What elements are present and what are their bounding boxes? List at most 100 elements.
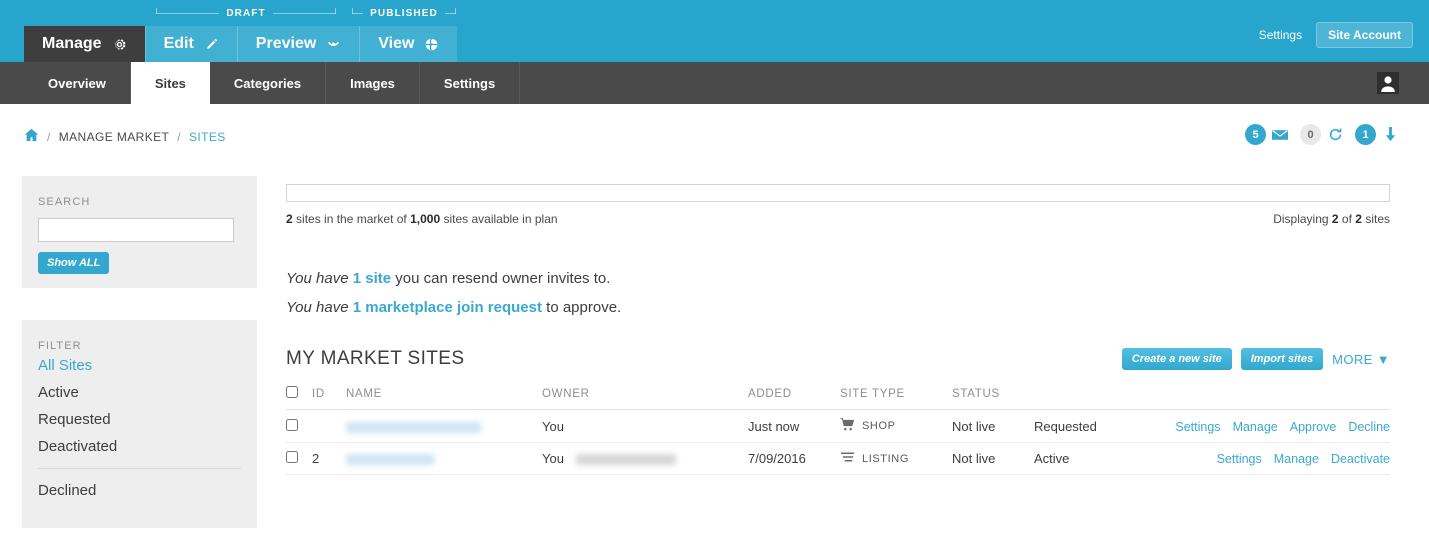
row-actions: Settings Manage Approve Decline [1164, 409, 1390, 443]
stage-draft-text: DRAFT [226, 7, 266, 19]
stage-label-draft: DRAFT [156, 4, 337, 22]
notice-lead: You have [286, 299, 349, 316]
import-sites-button[interactable]: Import sites [1240, 348, 1324, 370]
notice-resend-invites: You have 1 site you can resend owner inv… [286, 270, 621, 287]
select-all-checkbox[interactable] [286, 386, 298, 398]
row-added: 7/09/2016 [748, 442, 840, 475]
notice-link-join-request[interactable]: 1 marketplace join request [353, 299, 542, 316]
row-action-deactivate[interactable]: Deactivate [1331, 452, 1390, 466]
breadcrumb-separator: / [47, 129, 51, 144]
settings-link[interactable]: Settings [1259, 28, 1302, 42]
refresh-icon[interactable] [1326, 126, 1344, 144]
sub-nav-bar: Overview Sites Categories Images Setting… [0, 62, 1429, 104]
pencil-icon [204, 37, 219, 52]
quota-section: 2 sites in the market of 1,000 sites ava… [286, 184, 1390, 226]
notice-join-request: You have 1 marketplace join request to a… [286, 299, 621, 316]
table-row: You Just now SHOP Not live Requested Set… [286, 409, 1390, 443]
row-action-settings[interactable]: Settings [1175, 420, 1220, 434]
tab-manage-label: Manage [42, 35, 102, 52]
more-dropdown[interactable]: MORE ▼ [1332, 352, 1390, 367]
redacted-owner-name [575, 454, 676, 466]
subtab-images-label: Images [350, 75, 395, 91]
table-row: 2 You 7/09/2016 LISTING Not live Active [286, 442, 1390, 475]
breadcrumb-item-manage-market[interactable]: MANAGE MARKET [59, 130, 170, 144]
column-header-name: NAME [346, 386, 542, 410]
filter-item-deactivated[interactable]: Deactivated [22, 433, 257, 460]
row-state: Active [1034, 442, 1164, 475]
column-header-id: ID [312, 386, 346, 410]
row-name[interactable] [346, 409, 542, 443]
column-header-added: ADDED [748, 386, 840, 410]
create-new-site-button[interactable]: Create a new site [1121, 348, 1232, 370]
breadcrumb-item-sites[interactable]: SITES [189, 130, 226, 144]
tab-view[interactable]: View [359, 26, 458, 62]
filter-item-requested[interactable]: Requested [22, 406, 257, 433]
section-header: MY MARKET SITES Create a new site Import… [286, 348, 1390, 370]
row-owner: You [542, 409, 748, 443]
displaying-of: of [1341, 212, 1352, 226]
filter-item-active[interactable]: Active [22, 379, 257, 406]
subtab-sites-label: Sites [154, 75, 186, 91]
displaying-total: 2 [1355, 212, 1362, 226]
notification-badges: 5 0 1 [1245, 124, 1405, 145]
list-lines-icon [840, 451, 855, 466]
user-avatar-icon[interactable] [1377, 72, 1399, 94]
row-owner-label: You [542, 418, 564, 434]
filter-item-declined[interactable]: Declined [22, 477, 257, 504]
subtab-settings[interactable]: Settings [420, 62, 521, 104]
notice-lead: You have [286, 270, 349, 287]
subtab-overview[interactable]: Overview [24, 62, 131, 104]
pending-count-badge: 0 [1300, 124, 1321, 145]
search-input[interactable] [38, 218, 234, 242]
subtab-images[interactable]: Images [326, 62, 420, 104]
sidebar-search-panel: SEARCH Show ALL [22, 176, 257, 288]
envelope-icon[interactable] [1271, 126, 1289, 144]
notice-link-site[interactable]: 1 site [353, 270, 391, 287]
table-body: You Just now SHOP Not live Requested Set… [286, 409, 1390, 475]
tab-edit[interactable]: Edit [144, 26, 237, 62]
filter-item-all-sites[interactable]: All Sites [22, 352, 257, 379]
column-header-state [1034, 386, 1164, 410]
stage-rule-right [272, 7, 337, 14]
chevron-down-icon: ▼ [1376, 351, 1390, 367]
row-action-approve[interactable]: Approve [1290, 420, 1337, 434]
row-action-manage[interactable]: Manage [1233, 420, 1278, 434]
filter-label: FILTER [38, 340, 82, 352]
tab-manage[interactable]: Manage [24, 26, 145, 62]
stage-rule-left [156, 7, 220, 14]
quota-used-count: 2 [286, 212, 293, 226]
quota-progress-bar [286, 184, 1390, 202]
breadcrumb: / MANAGE MARKET / SITES [24, 128, 226, 145]
row-added: Just now [748, 409, 840, 443]
row-owner: You [542, 442, 748, 475]
quota-end-text: sites available in plan [443, 212, 558, 226]
tab-preview[interactable]: Preview [236, 26, 360, 62]
show-all-button[interactable]: Show ALL [38, 252, 110, 274]
row-select-cell [286, 409, 312, 443]
row-status: Not live [952, 409, 1034, 443]
row-actions: Settings Manage Deactivate [1164, 442, 1390, 475]
row-site-type: LISTING [840, 442, 952, 475]
breadcrumb-separator: / [177, 129, 182, 144]
row-site-type-label: LISTING [862, 452, 909, 465]
subtab-categories[interactable]: Categories [210, 62, 327, 104]
displaying-shown: 2 [1331, 212, 1339, 226]
site-account-button[interactable]: Site Account [1316, 22, 1413, 48]
table-header-row: ID NAME OWNER ADDED SITE TYPE STATUS [286, 386, 1390, 410]
select-all-header [286, 386, 312, 410]
row-action-decline[interactable]: Decline [1348, 420, 1390, 434]
quota-plan-count: 1,000 [410, 212, 441, 226]
subtab-sites[interactable]: Sites [130, 62, 210, 104]
more-label: MORE [1332, 351, 1373, 367]
stage-rule-left [352, 7, 364, 14]
download-arrow-icon[interactable] [1381, 126, 1399, 144]
column-header-owner: OWNER [542, 386, 748, 410]
home-icon[interactable] [24, 128, 39, 145]
notice-tail: you can resend owner invites to. [395, 270, 611, 287]
row-action-settings[interactable]: Settings [1217, 452, 1262, 466]
row-action-manage[interactable]: Manage [1274, 452, 1319, 466]
redacted-site-name [346, 421, 481, 433]
row-checkbox[interactable] [286, 451, 298, 463]
row-name[interactable] [346, 442, 542, 475]
row-checkbox[interactable] [286, 418, 298, 431]
